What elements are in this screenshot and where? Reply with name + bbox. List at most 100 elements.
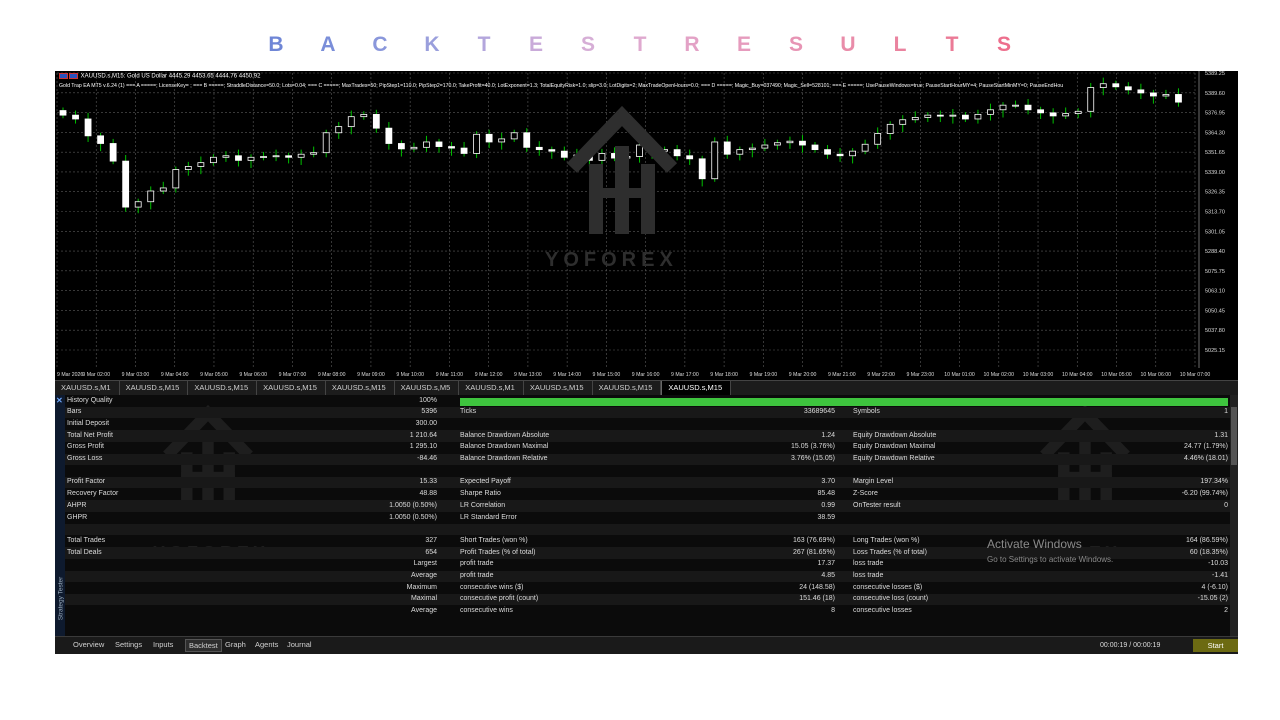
candle-body	[1137, 89, 1145, 94]
report-cell-l2: Balance Drawdown Absolute	[460, 431, 550, 439]
chart-tab[interactable]: XAUUSD.s,M15	[257, 381, 326, 395]
time-tick-label: 9 Mar 21:00	[828, 372, 856, 378]
backtest-report: Strategy Tester ✕ YOFOREX YOFOREX Histor…	[55, 395, 1238, 636]
price-tick-label: 5301.05	[1205, 229, 1225, 235]
report-row: Gross Loss -84.46 Balance Drawdown Relativ…	[65, 453, 1238, 465]
chart-tab[interactable]: XAUUSD.s,M15	[593, 381, 662, 395]
price-tick-label: 5389.60	[1205, 91, 1225, 97]
candle-body	[786, 140, 794, 144]
report-cell-l3: Equity Drawdown Maximal	[853, 443, 936, 451]
report-row: GHPR 1.0050 (0.50%) LR Standard Error 38.59	[65, 512, 1238, 524]
time-tick-label: 9 Mar 14:00	[553, 372, 581, 378]
candle-body	[999, 104, 1007, 111]
price-chart[interactable]: 9 Mar 2026 9 Mar 02:00 9 Mar 03:00 9 Mar 04…	[55, 71, 1238, 380]
report-cell-v1: 48.88	[419, 490, 437, 498]
chart-tab[interactable]: XAUUSD.s,M1	[55, 381, 120, 395]
report-cell-v2: 38.59	[817, 513, 835, 521]
price-tick-label: 5075.75	[1205, 269, 1225, 275]
tester-tab[interactable]: Overview	[73, 640, 104, 649]
report-scrollbar[interactable]	[1230, 395, 1238, 636]
report-cell-l3: consecutive losses	[853, 607, 912, 615]
candle-body	[335, 126, 343, 134]
time-tick-label: 9 Mar 18:00	[710, 372, 738, 378]
title-letter: T	[945, 33, 959, 56]
candle-body	[1049, 112, 1057, 117]
report-row: Gross Profit 1 295.10 Balance Drawdown Max…	[65, 442, 1238, 454]
candle-body	[523, 132, 531, 148]
price-tick-label: 5376.95	[1205, 111, 1225, 117]
report-cell-v2: 33689645	[803, 408, 835, 416]
report-cell-v1: 1.0050 (0.50%)	[389, 513, 437, 521]
report-cell-v1: 15.33	[419, 478, 437, 486]
report-cell-l3: Equity Drawdown Absolute	[853, 431, 937, 439]
tester-tab[interactable]: Agents	[255, 640, 278, 649]
time-tick-label: 9 Mar 05:00	[200, 372, 228, 378]
candle-body	[285, 155, 293, 158]
report-cell-l2: Ticks	[460, 408, 477, 416]
ea-params-line: Gold Trap EA MT5 v.6.24 (1) === A =====;…	[59, 83, 1064, 89]
candle-body	[510, 132, 518, 140]
scrollbar-thumb[interactable]	[1231, 407, 1237, 465]
report-cell-v1: 327	[425, 536, 437, 544]
report-row	[65, 465, 1238, 477]
report-cell-v3: 4.46% (18.01)	[1184, 455, 1228, 462]
candle-body	[936, 114, 944, 117]
report-cell-v1: Maximum	[406, 583, 437, 591]
candle-body	[824, 149, 831, 155]
chart-tab[interactable]: XAUUSD.s,M15	[120, 381, 189, 395]
tester-tab[interactable]: Graph	[225, 640, 246, 649]
tester-tab[interactable]: Inputs	[153, 640, 173, 649]
candle-body	[448, 146, 455, 149]
report-cell-l2: Expected Payoff	[460, 478, 511, 486]
candle-body	[372, 113, 380, 129]
report-row: AHPR 1.0050 (0.50%) LR Correlation 0.99 OnTe…	[65, 500, 1238, 512]
report-cell-v2: 3.70	[821, 478, 835, 486]
chart-tab[interactable]: XAUUSD.s,M1	[459, 381, 524, 395]
price-tick-label: 5288.40	[1205, 249, 1225, 255]
start-button[interactable]: Start	[1193, 639, 1238, 652]
price-tick-label: 5389.25	[1205, 71, 1225, 77]
chart-tab[interactable]: XAUUSD.s,M15	[188, 381, 258, 395]
candle-body	[1012, 104, 1019, 107]
candle-body	[410, 146, 418, 150]
report-cell-l1: Initial Deposit	[67, 419, 110, 427]
close-icon[interactable]: ✕	[56, 396, 63, 405]
report-row: Maximum consecutive wins ($) 24 (148.58) co…	[65, 582, 1238, 594]
candle-body	[949, 114, 957, 117]
time-tick-label: 9 Mar 10:00	[396, 372, 424, 378]
report-cell-l1: AHPR	[67, 501, 87, 509]
title-letter: L	[893, 33, 907, 56]
report-cell-v1: -84.46	[417, 455, 437, 462]
report-cell-l2: profit trade	[460, 572, 494, 579]
report-cell-l3: OnTester result	[853, 501, 901, 509]
tester-tab[interactable]: Backtest	[185, 639, 222, 652]
candle-body	[736, 149, 744, 155]
time-tick-label: 10 Mar 01:00	[944, 372, 975, 378]
report-row: Recovery Factor 48.88 Sharpe Ratio 85.48 Z-S…	[65, 489, 1238, 501]
candle-body	[1087, 87, 1095, 112]
report-cell-l3: Z-Score	[853, 490, 878, 498]
time-tick-label: 9 Mar 2026	[57, 372, 83, 378]
price-tick-label: 5313.70	[1205, 210, 1225, 216]
candle-body	[84, 118, 92, 137]
time-tick-label: 9 Mar 03:00	[122, 372, 150, 378]
candle-body	[122, 160, 130, 208]
chart-tab[interactable]: XAUUSD.s,M5	[395, 381, 460, 395]
time-tick-label: 9 Mar 19:00	[750, 372, 778, 378]
candle-body	[886, 123, 894, 134]
report-row: Average profit trade 4.85 loss trade -1.41	[65, 570, 1238, 582]
candle-body	[172, 169, 180, 189]
tester-tab[interactable]: Settings	[115, 640, 142, 649]
tester-tab[interactable]: Journal	[287, 640, 312, 649]
time-tick-label: 9 Mar 22:00	[867, 372, 895, 378]
report-cell-v3: 4 (-6.10)	[1201, 583, 1228, 591]
activate-subtitle: Go to Settings to activate Windows.	[987, 555, 1114, 564]
chart-tab[interactable]: XAUUSD.s,M15	[524, 381, 593, 395]
title-letter: E	[736, 33, 751, 56]
report-cell-l2: consecutive profit (count)	[460, 595, 539, 603]
chart-tab[interactable]: XAUUSD.s,M15	[326, 381, 395, 395]
candle-body	[209, 156, 217, 164]
chart-tab[interactable]: XAUUSD.s,M15	[661, 381, 732, 395]
candle-body	[485, 133, 493, 143]
candle-body	[1162, 94, 1170, 97]
